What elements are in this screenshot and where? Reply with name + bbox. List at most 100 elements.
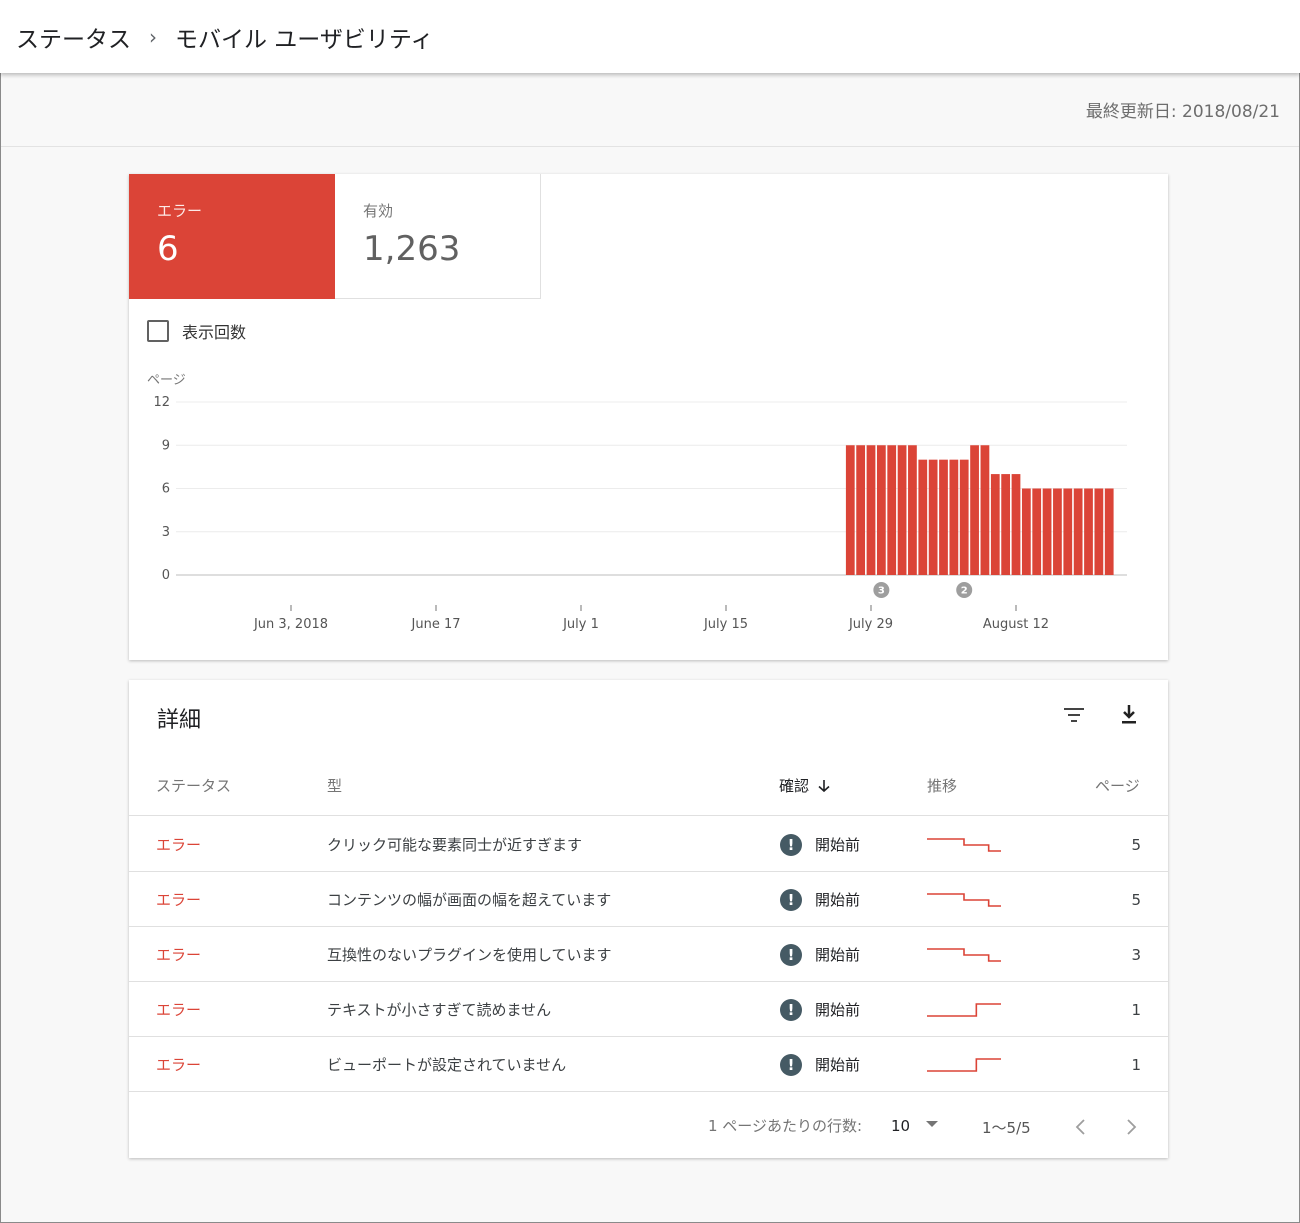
chart-bar [1042, 488, 1052, 575]
filter-icon[interactable] [1059, 700, 1089, 730]
rows-per-page-label: 1 ページあたりの行数: [708, 1117, 863, 1135]
page-title: モバイル ユーザビリティ [175, 26, 434, 53]
row-confirm: ! 開始前 [780, 927, 860, 982]
row-status: エラー [156, 836, 202, 854]
row-pages: 5 [1131, 835, 1141, 854]
sparkline-path [927, 947, 1001, 962]
row-pages: 1 [1131, 1055, 1141, 1074]
chart-bar [1073, 488, 1083, 575]
chart-bar [1032, 488, 1042, 575]
table-header: ステータス 型 確認 推移 ページ [129, 770, 1168, 816]
chart-bar [1053, 488, 1062, 575]
row-confirm: ! 開始前 [780, 817, 860, 872]
valid-tile-label: 有効 [363, 202, 394, 220]
row-trend-sparkline [927, 927, 1001, 982]
sparkline-path [927, 1002, 1001, 1017]
row-status: エラー [156, 1001, 202, 1019]
row-trend-sparkline [927, 872, 1001, 927]
chart-bar [1021, 488, 1031, 575]
chevron-right-icon[interactable] [1119, 1115, 1143, 1139]
row-confirm-label: 開始前 [815, 891, 861, 909]
chart-bar [959, 459, 969, 575]
warning-icon: ! [780, 833, 802, 856]
column-status[interactable]: ステータス [156, 775, 231, 796]
valid-summary-tile[interactable]: 有効 1,263 [335, 174, 541, 299]
chart-bar [949, 459, 959, 575]
chart-x-tick-label: June 17 [411, 617, 461, 632]
last-updated-text: 最終更新日: 2018/08/21 [1085, 102, 1280, 122]
chart-x-tick-label: July 1 [562, 617, 599, 632]
chart-annotation-label: 3 [878, 586, 885, 597]
chart-y-tick-label: 9 [162, 438, 170, 453]
row-type: テキストが小さすぎて読めません [327, 1001, 552, 1019]
chart-bar [928, 459, 938, 575]
table-row[interactable]: エラー ビューポートが設定されていません ! 開始前 1 [129, 1037, 1168, 1092]
impressions-checkbox[interactable] [147, 320, 169, 342]
download-icon[interactable] [1114, 700, 1144, 730]
row-trend-sparkline [927, 982, 1001, 1037]
chart-bar [918, 459, 928, 575]
impressions-toggle[interactable]: 表示回数 [147, 319, 246, 343]
table-row[interactable]: エラー テキストが小さすぎて読めません ! 開始前 1 [129, 982, 1168, 1037]
chart-bar [1104, 488, 1114, 575]
breadcrumb-separator-icon: › [149, 24, 157, 49]
valid-tile-count: 1,263 [363, 229, 461, 269]
column-confirm-label: 確認 [779, 777, 810, 795]
sparkline-path [927, 837, 1001, 852]
table-row[interactable]: エラー 互換性のないプラグインを使用しています ! 開始前 3 [129, 927, 1168, 982]
chart-y-tick-label: 6 [162, 482, 170, 497]
row-confirm: ! 開始前 [780, 1037, 860, 1092]
chart-bar [1001, 474, 1011, 575]
error-summary-tile[interactable]: エラー 6 [129, 174, 335, 299]
chart-y-tick-label: 12 [153, 395, 170, 410]
sparkline-path [927, 892, 1001, 907]
row-confirm-label: 開始前 [815, 946, 861, 964]
table-row[interactable]: エラー クリック可能な要素同士が近すぎます ! 開始前 5 [129, 817, 1168, 872]
rows-per-page-select[interactable]: 10 [891, 1117, 910, 1135]
chart-bar [866, 445, 876, 575]
row-pages: 5 [1131, 890, 1141, 909]
pagination-footer: 1 ページあたりの行数: 10 1～5/5 [129, 1105, 1168, 1145]
chart-bar [970, 445, 979, 575]
column-pages[interactable]: ページ [1095, 775, 1140, 796]
row-confirm-label: 開始前 [815, 1001, 861, 1019]
chart-y-tick-label: 3 [162, 525, 170, 540]
row-type: 互換性のないプラグインを使用しています [327, 946, 612, 964]
row-confirm: ! 開始前 [780, 982, 860, 1037]
warning-icon: ! [780, 1053, 802, 1076]
warning-icon: ! [780, 998, 802, 1021]
error-pages-chart: ページ 0 3 6 9 12 Jun 3, 2018 June 17 July 1 July … [147, 373, 1127, 632]
row-status: エラー [156, 1056, 202, 1074]
column-confirm[interactable]: 確認 [779, 775, 831, 796]
chart-y-tick-label: 0 [162, 568, 170, 583]
status-bar: 最終更新日: 2018/08/21 [0, 73, 1300, 147]
caret-down-icon[interactable] [925, 1119, 939, 1129]
chart-bar [897, 445, 907, 575]
chart-y-title: ページ [147, 373, 186, 388]
breadcrumb-root[interactable]: ステータス [16, 20, 131, 54]
chart-x-tick-label: August 12 [983, 617, 1049, 632]
row-confirm-label: 開始前 [815, 836, 861, 854]
chart-bar [845, 445, 855, 575]
row-status: エラー [156, 891, 202, 909]
chart-bar [1063, 488, 1073, 575]
sort-arrow-down-icon [818, 779, 830, 792]
row-confirm: ! 開始前 [780, 872, 860, 927]
chart-bar [876, 445, 886, 575]
details-title: 詳細 [157, 708, 202, 733]
row-trend-sparkline [927, 817, 1001, 872]
warning-icon: ! [780, 888, 802, 911]
row-type: コンテンツの幅が画面の幅を超えています [327, 891, 612, 909]
column-trend[interactable]: 推移 [927, 775, 957, 796]
chart-annotation-label: 2 [961, 586, 968, 597]
chart-bar [939, 459, 948, 575]
chart-x-tick-label: July 29 [848, 617, 893, 632]
column-type[interactable]: 型 [327, 775, 342, 796]
chart-x-tick-label: Jun 3, 2018 [253, 617, 328, 632]
row-type: ビューポートが設定されていません [327, 1056, 567, 1074]
table-row[interactable]: エラー コンテンツの幅が画面の幅を超えています ! 開始前 5 [129, 872, 1168, 927]
chart-bar [856, 445, 866, 575]
warning-icon: ! [780, 943, 802, 966]
row-trend-sparkline [927, 1037, 1001, 1092]
chevron-left-icon[interactable] [1069, 1115, 1093, 1139]
